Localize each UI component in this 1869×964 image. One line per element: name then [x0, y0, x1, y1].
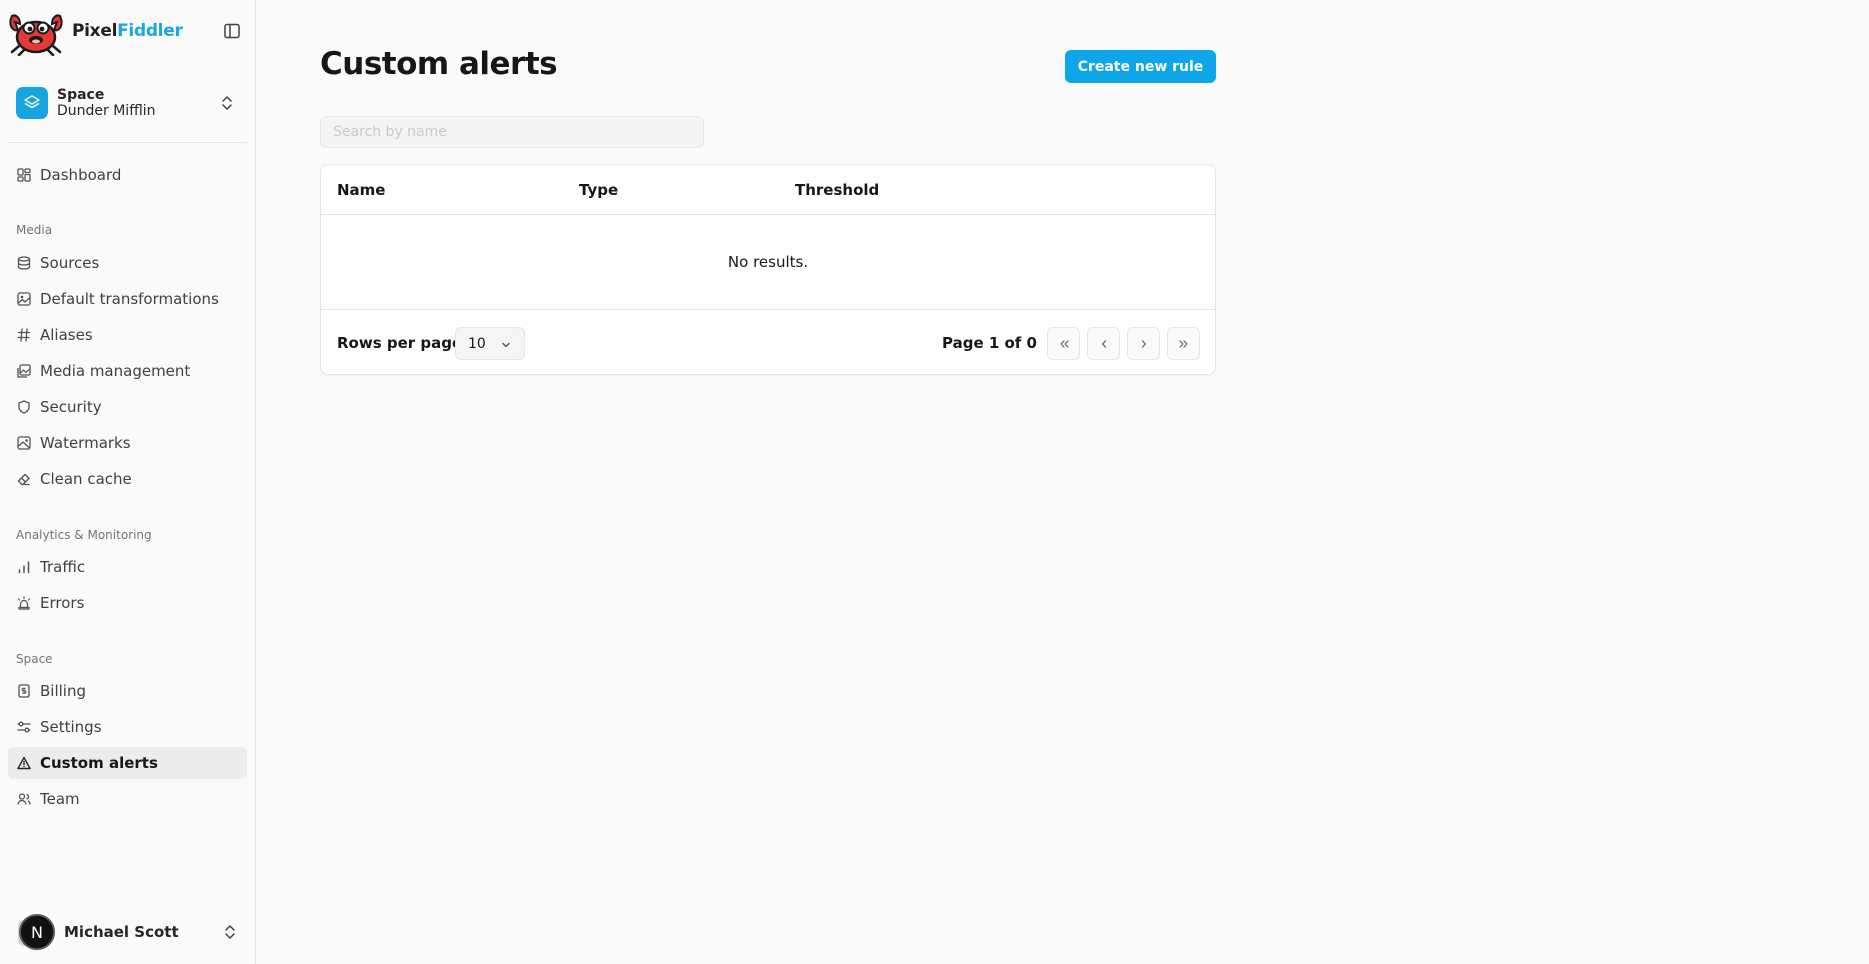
database-icon	[16, 255, 32, 271]
chevrons-up-down-icon	[225, 925, 235, 939]
sidebar-item-security[interactable]: Security	[8, 391, 247, 423]
users-icon	[16, 791, 32, 807]
table-header: Name Type Threshold	[321, 165, 1215, 215]
previous-page-button[interactable]	[1087, 327, 1120, 360]
empty-state: No results.	[321, 215, 1215, 310]
nav-group-label-media: Media	[16, 223, 53, 237]
brand-name-part2: Fiddler	[117, 21, 183, 41]
chevrons-left-icon	[1059, 339, 1069, 348]
images-icon	[16, 363, 32, 379]
sidebar-item-default-transformations[interactable]: Default transformations	[8, 283, 247, 315]
sidebar-item-sources[interactable]: Sources	[8, 247, 247, 279]
next-page-button[interactable]	[1127, 327, 1160, 360]
avatar-wrap: N	[8, 914, 55, 950]
sidebar-item-label: Traffic	[40, 558, 86, 576]
sidebar-item-label: Errors	[40, 594, 85, 612]
page-title: Custom alerts	[320, 46, 558, 82]
sidebar-item-label: Aliases	[40, 326, 93, 344]
sidebar-item-billing[interactable]: Billing	[8, 675, 247, 707]
dashboard-icon	[16, 167, 32, 183]
column-header-type: Type	[579, 181, 619, 199]
search-input[interactable]	[320, 116, 704, 148]
sidebar-item-label: Sources	[40, 254, 100, 272]
chevron-down-icon	[502, 342, 510, 348]
sidebar-item-label: Team	[40, 790, 80, 808]
space-switcher[interactable]: Space Dunder Mifflin	[8, 80, 246, 126]
sidebar-item-label: Clean cache	[40, 470, 132, 488]
brand-name-part1: Pixel	[72, 21, 118, 41]
sidebar-item-aliases[interactable]: Aliases	[8, 319, 247, 351]
eraser-icon	[16, 471, 32, 487]
alerts-table: Name Type Threshold No results. Rows per…	[320, 164, 1216, 375]
avatar: N	[19, 914, 55, 950]
image-watermark-icon	[16, 435, 32, 451]
image-transform-icon	[16, 291, 32, 307]
layers-icon	[16, 87, 48, 119]
chevrons-right-icon	[1178, 339, 1188, 348]
sidebar-item-team[interactable]: Team	[8, 783, 247, 815]
shield-icon	[16, 399, 32, 415]
brand-name: PixelFiddler	[72, 21, 183, 41]
nav-group-label-analytics: Analytics & Monitoring	[16, 528, 152, 542]
chevron-left-icon	[1101, 339, 1106, 348]
rows-per-page-label: Rows per page	[337, 334, 463, 352]
sidebar-item-clean-cache[interactable]: Clean cache	[8, 463, 247, 495]
brand[interactable]: PixelFiddler	[6, 6, 183, 56]
sidebar-toggle-icon[interactable]	[223, 22, 241, 40]
space-label: Space	[57, 87, 105, 103]
sidebar-item-media-management[interactable]: Media management	[8, 355, 247, 387]
sidebar-item-custom-alerts[interactable]: Custom alerts	[8, 747, 247, 779]
empty-state-text: No results.	[727, 253, 809, 271]
user-menu[interactable]: N Michael Scott	[8, 914, 247, 950]
crab-logo-icon	[9, 14, 63, 56]
last-page-button[interactable]	[1167, 327, 1200, 360]
alert-triangle-icon	[16, 755, 32, 771]
sidebar-item-settings[interactable]: Settings	[8, 711, 247, 743]
page-info: Page 1 of 0	[942, 334, 1037, 352]
sidebar: PixelFiddler Space Dunder Mifflin Dashbo…	[0, 0, 256, 964]
sidebar-item-label: Custom alerts	[40, 754, 158, 772]
chevron-right-icon	[1141, 339, 1146, 348]
sliders-icon	[16, 719, 32, 735]
sidebar-item-label: Security	[40, 398, 102, 416]
sidebar-item-label: Media management	[40, 362, 191, 380]
nav-group-label-space: Space	[16, 652, 53, 666]
siren-icon	[16, 595, 32, 611]
table-pagination: Rows per page 10 Page 1 of 0	[321, 311, 1215, 374]
rows-per-page-select[interactable]: 10	[455, 327, 525, 360]
sidebar-item-label: Settings	[40, 718, 102, 736]
sidebar-item-label: Billing	[40, 682, 86, 700]
first-page-button[interactable]	[1047, 327, 1080, 360]
sidebar-divider	[8, 142, 247, 143]
hash-icon	[16, 327, 32, 343]
sidebar-item-traffic[interactable]: Traffic	[8, 551, 247, 583]
create-new-rule-button[interactable]: Create new rule	[1065, 50, 1216, 83]
column-header-threshold: Threshold	[795, 181, 880, 199]
receipt-icon	[16, 683, 32, 699]
sidebar-item-errors[interactable]: Errors	[8, 587, 247, 619]
sidebar-item-label: Watermarks	[40, 434, 131, 452]
sidebar-item-label: Default transformations	[40, 290, 219, 308]
bar-chart-icon	[16, 559, 32, 575]
space-name: Dunder Mifflin	[57, 103, 156, 119]
sidebar-item-watermarks[interactable]: Watermarks	[8, 427, 247, 459]
sidebar-item-label: Dashboard	[40, 166, 122, 184]
rows-per-page-value: 10	[468, 335, 486, 352]
sidebar-item-dashboard[interactable]: Dashboard	[8, 159, 247, 191]
user-name: Michael Scott	[64, 923, 179, 941]
column-header-name: Name	[337, 181, 386, 199]
chevrons-up-down-icon	[222, 96, 232, 110]
